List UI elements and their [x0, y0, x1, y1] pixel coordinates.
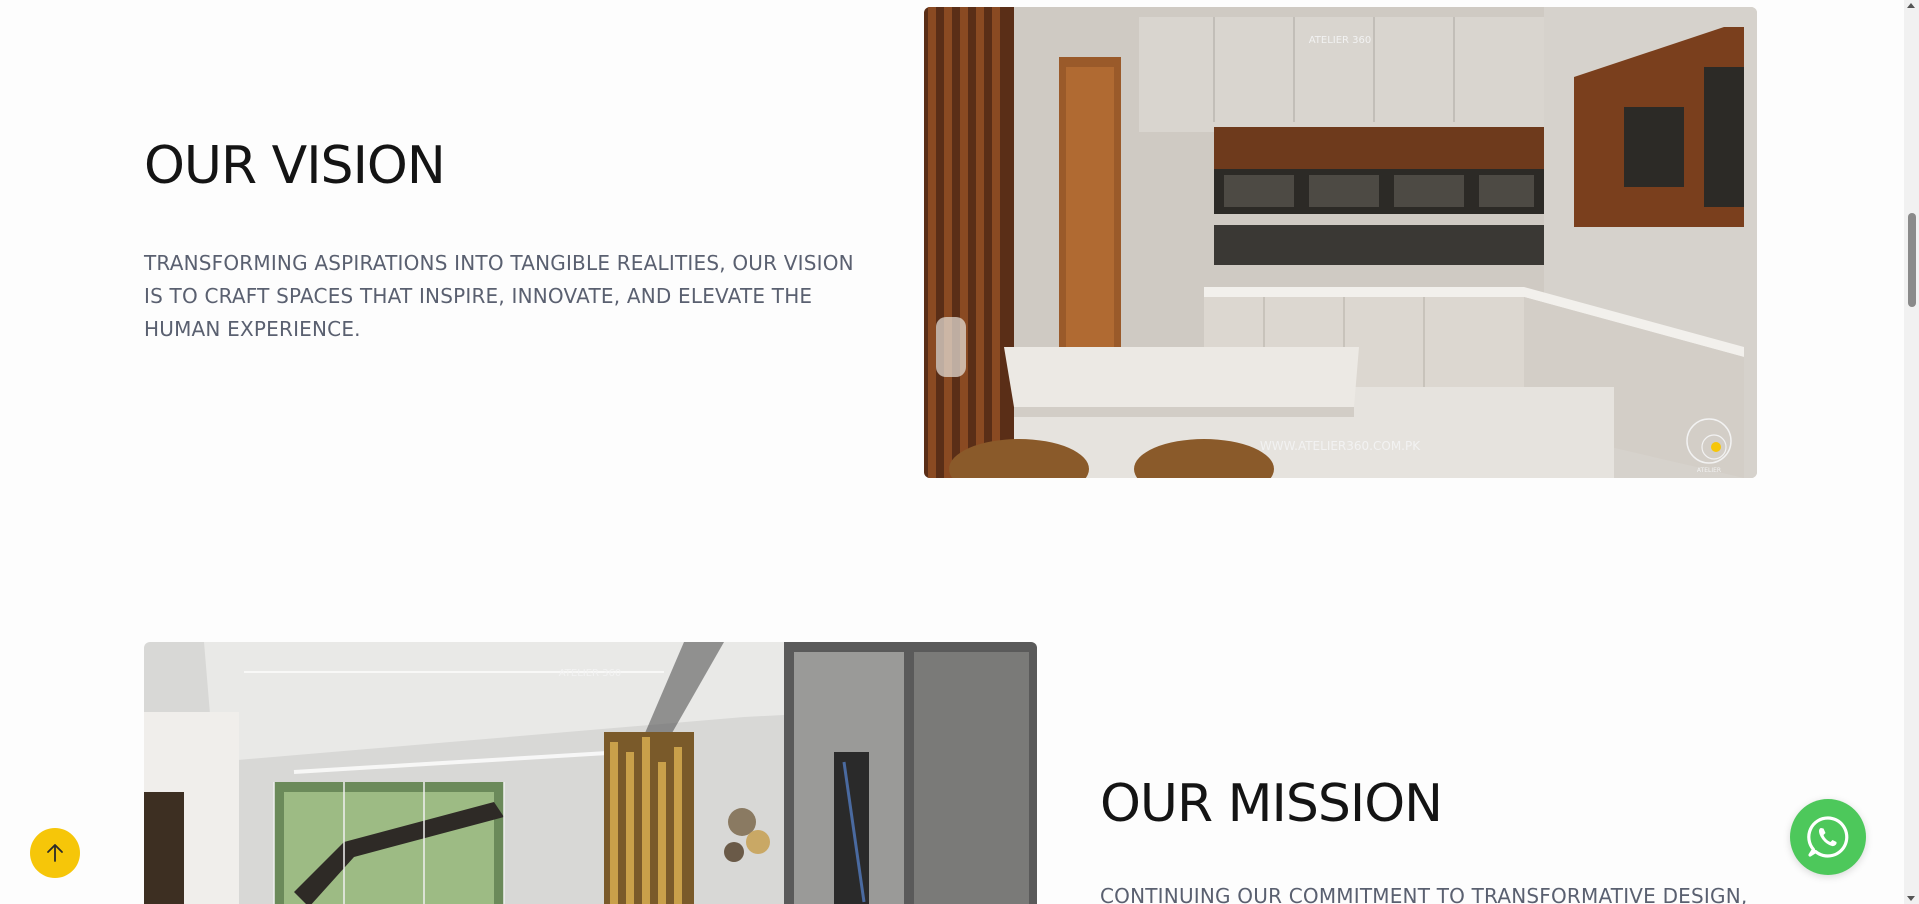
- page: OUR VISION TRANSFORMING ASPIRATIONS INTO…: [0, 0, 1919, 904]
- vision-heading: OUR VISION: [144, 136, 446, 196]
- scroll-down-arrow-icon[interactable]: [1907, 896, 1915, 901]
- mission-heading: OUR MISSION: [1100, 774, 1443, 834]
- whatsapp-icon: [1807, 816, 1849, 858]
- whatsapp-chat-button[interactable]: [1790, 799, 1866, 875]
- scroll-up-arrow-icon[interactable]: [1907, 3, 1915, 8]
- vision-kitchen-image: ATELIER 360 WWW.ATELIER360.COM.PK ATELIE…: [924, 7, 1757, 478]
- vision-image-logo-text: ATELIER: [1697, 467, 1721, 474]
- scrollbar-thumb[interactable]: [1908, 213, 1916, 307]
- vision-text: TRANSFORMING ASPIRATIONS INTO TANGIBLE R…: [144, 251, 854, 341]
- scroll-to-top-button[interactable]: [30, 828, 80, 878]
- arrow-up-icon: [47, 844, 63, 862]
- vision-image-url: WWW.ATELIER360.COM.PK: [1260, 439, 1421, 453]
- mission-interior-image: ATELIER 360: [144, 642, 1037, 904]
- mission-text: CONTINUING OUR COMMITMENT TO TRANSFORMAT…: [1100, 884, 1748, 904]
- page-scrollbar[interactable]: [1904, 0, 1919, 904]
- mission-image-brand: ATELIER 360: [559, 668, 622, 679]
- vision-image-brand: ATELIER 360: [1309, 35, 1372, 46]
